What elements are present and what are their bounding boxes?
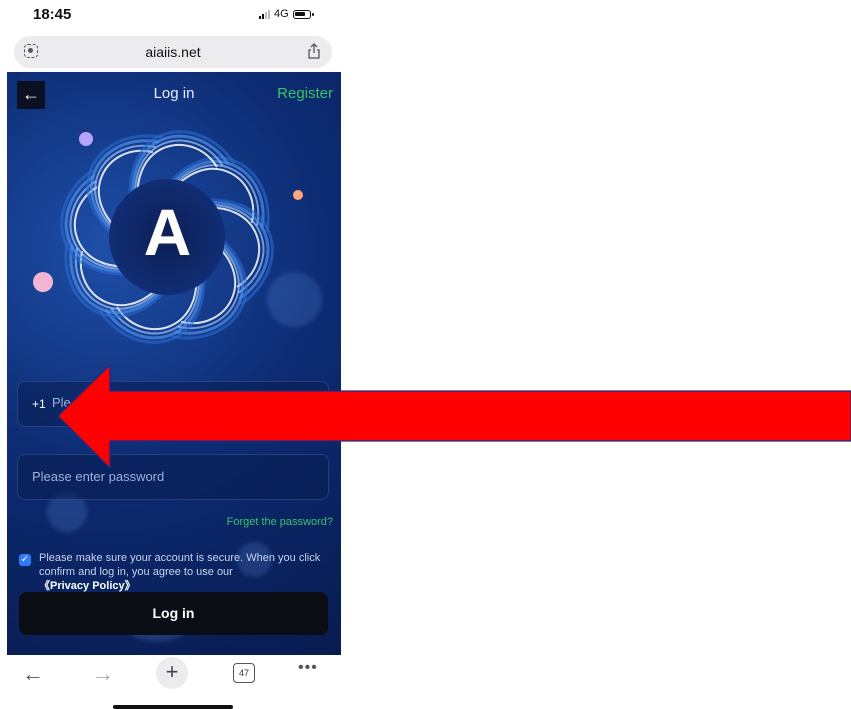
red-arrow-annotation (57, 363, 851, 470)
